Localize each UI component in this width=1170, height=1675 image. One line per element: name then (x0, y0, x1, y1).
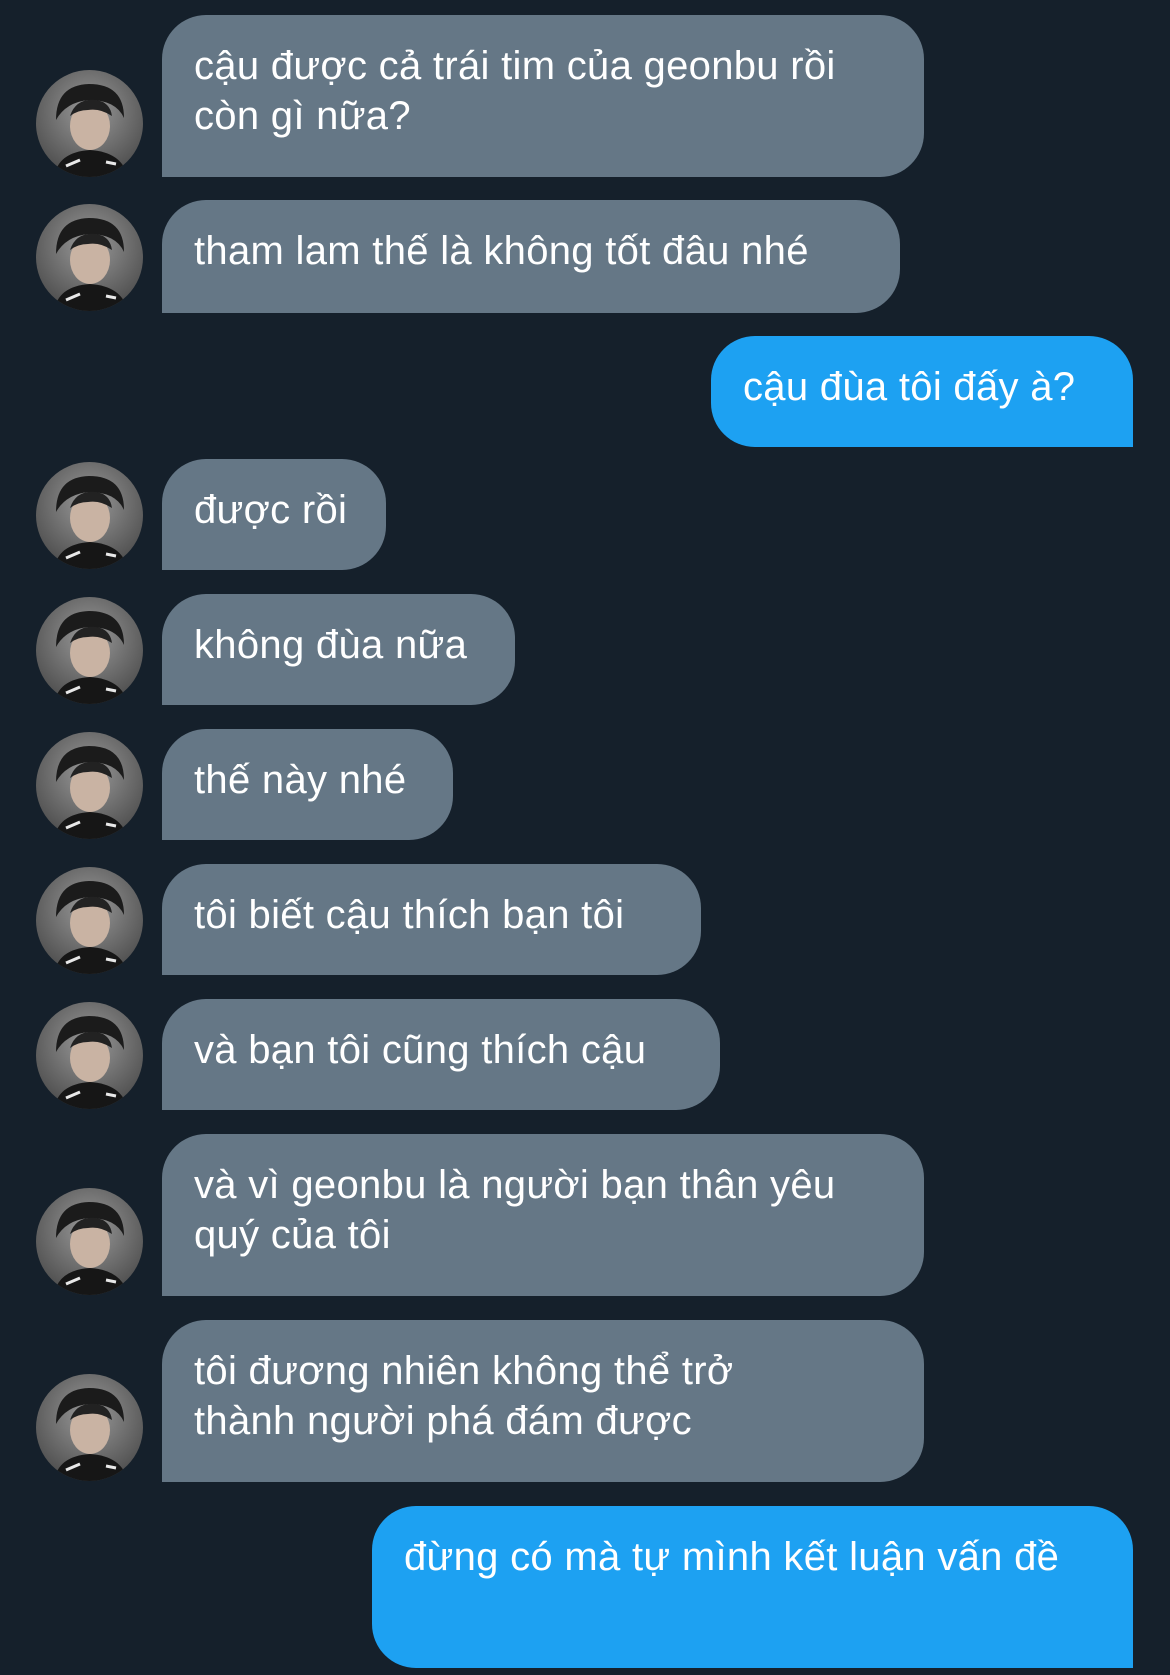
avatar-portrait-icon (54, 476, 128, 569)
avatar-portrait-icon (54, 84, 128, 177)
avatar-portrait-icon (54, 1388, 128, 1481)
avatar-portrait-icon (54, 881, 128, 974)
message-bubble-incoming[interactable]: và bạn tôi cũng thích cậu (162, 999, 720, 1110)
message-bubble-incoming[interactable]: không đùa nữa (162, 594, 515, 705)
avatar[interactable] (36, 867, 143, 974)
message-bubble-incoming[interactable]: được rồi (162, 459, 386, 570)
message-bubble-incoming[interactable]: tham lam thế là không tốt đâu nhé (162, 200, 900, 313)
message-bubble-incoming[interactable]: tôi đương nhiên không thể trở thành ngườ… (162, 1320, 924, 1482)
avatar[interactable] (36, 1002, 143, 1109)
avatar[interactable] (36, 204, 143, 311)
avatar[interactable] (36, 70, 143, 177)
avatar-portrait-icon (54, 218, 128, 311)
avatar[interactable] (36, 597, 143, 704)
avatar[interactable] (36, 1374, 143, 1481)
message-bubble-incoming[interactable]: thế này nhé (162, 729, 453, 840)
message-bubble-outgoing[interactable]: cậu đùa tôi đấy à? (711, 336, 1133, 447)
avatar-portrait-icon (54, 1202, 128, 1295)
message-bubble-outgoing[interactable]: đừng có mà tự mình kết luận vấn đề (372, 1506, 1133, 1668)
avatar-portrait-icon (54, 746, 128, 839)
avatar[interactable] (36, 1188, 143, 1295)
message-bubble-incoming[interactable]: cậu được cả trái tim của geonbu rồi còn … (162, 15, 924, 177)
avatar[interactable] (36, 462, 143, 569)
avatar-portrait-icon (54, 1016, 128, 1109)
message-bubble-incoming[interactable]: và vì geonbu là người bạn thân yêu quý c… (162, 1134, 924, 1296)
chat-thread: cậu được cả trái tim của geonbu rồi còn … (0, 0, 1170, 1675)
avatar[interactable] (36, 732, 143, 839)
message-bubble-incoming[interactable]: tôi biết cậu thích bạn tôi (162, 864, 701, 975)
avatar-portrait-icon (54, 611, 128, 704)
